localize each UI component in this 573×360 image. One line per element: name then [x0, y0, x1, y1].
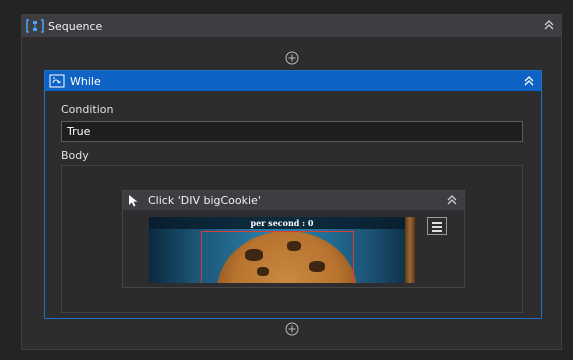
sequence-header[interactable]: Sequence — [22, 15, 561, 37]
collapse-sequence-icon[interactable] — [543, 19, 555, 31]
add-activity-bottom-icon[interactable] — [285, 322, 299, 336]
click-activity[interactable]: Click 'DIV bigCookie' per second: 0 — [122, 190, 465, 288]
element-screenshot[interactable]: per second : 0 — [149, 217, 415, 283]
while-header[interactable]: While — [45, 71, 541, 91]
sequence-container[interactable]: Sequence While Condition True Body Click… — [21, 14, 562, 350]
while-loop-icon — [49, 74, 65, 88]
click-activity-title: Click 'DIV bigCookie' — [148, 194, 261, 207]
add-activity-top-icon[interactable] — [285, 51, 299, 65]
target-highlight-box — [201, 231, 354, 283]
body-label: Body — [61, 149, 89, 162]
activity-menu-button[interactable] — [427, 217, 447, 235]
body-drop-area[interactable]: Click 'DIV bigCookie' per second: 0 — [61, 165, 523, 313]
while-activity[interactable]: While Condition True Body Click 'DIV big… — [44, 70, 542, 319]
click-activity-header[interactable]: Click 'DIV bigCookie' — [123, 191, 464, 210]
condition-input[interactable]: True — [61, 121, 523, 142]
collapse-while-icon[interactable] — [523, 75, 535, 87]
sequence-title: Sequence — [48, 19, 103, 33]
while-title: While — [70, 74, 101, 88]
screenshot-pillar — [405, 217, 415, 283]
cursor-icon — [128, 194, 140, 207]
screenshot-text: per second : 0 — [250, 218, 314, 228]
collapse-click-icon[interactable] — [446, 194, 458, 206]
sequence-icon — [26, 19, 44, 33]
condition-label: Condition — [61, 103, 114, 116]
